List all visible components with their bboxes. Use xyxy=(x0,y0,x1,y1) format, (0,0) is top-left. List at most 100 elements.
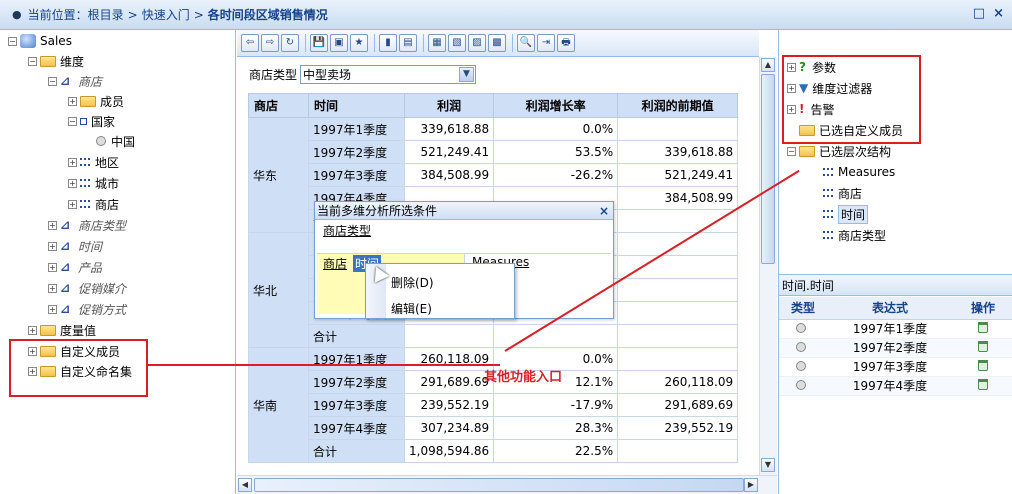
time-cell[interactable]: 1997年1季度 xyxy=(308,117,405,141)
close-icon[interactable]: × xyxy=(993,6,1004,21)
print-icon[interactable]: 🖶 xyxy=(557,34,575,52)
save-as-icon[interactable]: ▣ xyxy=(330,34,348,52)
scroll-down-icon[interactable]: ▼ xyxy=(761,458,775,472)
col-header-action: 操作 xyxy=(953,297,1012,320)
time-cell[interactable]: 1997年1季度 xyxy=(308,347,405,371)
chart-icon[interactable]: ▮ xyxy=(379,34,397,52)
menu-item-edit[interactable]: 编辑(E) xyxy=(391,300,432,317)
dialog-filter-item[interactable]: 商店类型 xyxy=(323,222,371,239)
trash-icon[interactable] xyxy=(978,340,988,352)
collapse-icon[interactable]: − xyxy=(48,76,57,86)
expand-icon[interactable]: + xyxy=(48,262,57,272)
collapse-icon[interactable]: − xyxy=(28,56,37,66)
breadcrumb-sep: > xyxy=(127,7,138,22)
col-header-growth[interactable]: 利润增长率 xyxy=(493,93,619,118)
level-icon xyxy=(80,117,87,125)
expand-icon[interactable]: + xyxy=(68,157,77,167)
search-icon[interactable]: 🔍 xyxy=(517,34,535,52)
expand-icon[interactable]: + xyxy=(48,220,57,230)
dialog-header[interactable]: 当前多维分析所选条件 × xyxy=(315,202,613,220)
restore-icon[interactable]: □ xyxy=(973,6,985,21)
tree-node-promo-media[interactable]: + ⊿ 促销媒介 xyxy=(48,278,126,298)
trash-icon[interactable] xyxy=(978,378,988,390)
back-icon[interactable]: ⇦ xyxy=(241,34,259,52)
tree-node-selected-hier[interactable]: − 已选层次结构 xyxy=(787,141,891,161)
export-icon[interactable]: ⇥ xyxy=(537,34,555,52)
time-cell[interactable]: 1997年3季度 xyxy=(308,163,405,187)
scroll-thumb[interactable] xyxy=(254,478,744,492)
time-cell[interactable]: 1997年2季度 xyxy=(308,140,405,164)
menu-item-delete[interactable]: 删除(D) xyxy=(391,274,434,291)
horizontal-scrollbar[interactable]: ◀ ▶ xyxy=(237,475,777,494)
tree-node-time[interactable]: 时间 xyxy=(823,204,869,224)
collapse-icon[interactable]: − xyxy=(8,36,17,46)
col-header-prev[interactable]: 利润的前期值 xyxy=(617,93,739,118)
tree-node-product[interactable]: + ⊿ 产品 xyxy=(48,257,102,277)
expand-icon[interactable]: + xyxy=(48,283,57,293)
tree-node-china[interactable]: 中国 xyxy=(96,131,135,151)
level-icon xyxy=(80,158,90,166)
tree-node-members[interactable]: + 成员 xyxy=(68,91,124,111)
expand-icon[interactable]: + xyxy=(28,325,37,335)
col-header-profit[interactable]: 利润 xyxy=(403,93,495,118)
trash-icon[interactable] xyxy=(978,359,988,371)
layout-icon[interactable]: ▤ xyxy=(399,34,417,52)
expand-icon[interactable]: + xyxy=(68,96,77,106)
table-row: 1997年4季度 307,234.89 28.3% 239,552.19 xyxy=(249,416,739,440)
scroll-left-icon[interactable]: ◀ xyxy=(238,478,252,492)
expand-icon[interactable]: + xyxy=(48,304,57,314)
expand-icon[interactable]: + xyxy=(48,241,57,251)
favorite-icon[interactable]: ★ xyxy=(350,34,368,52)
dialog-row-shop[interactable]: 商店 xyxy=(323,255,347,272)
filter-icon[interactable]: ▩ xyxy=(488,34,506,52)
expand-icon[interactable]: + xyxy=(68,199,77,209)
collapse-icon[interactable]: − xyxy=(787,146,796,156)
tree-node-country[interactable]: − 国家 xyxy=(68,111,115,131)
chevron-down-icon[interactable]: ▼ xyxy=(459,67,475,82)
profit-cell: 521,249.41 xyxy=(403,140,495,164)
vertical-scrollbar[interactable]: ▲ ▼ xyxy=(759,57,777,475)
page-title: 各时间段区域销售情况 xyxy=(207,8,328,22)
tree-node-shop-type[interactable]: + ⊿ 商店类型 xyxy=(48,215,126,235)
tree-node-measures[interactable]: Measures xyxy=(823,162,895,182)
time-cell[interactable]: 1997年2季度 xyxy=(308,370,405,394)
time-cell[interactable]: 合计 xyxy=(308,324,405,348)
expand-icon[interactable]: + xyxy=(68,178,77,188)
tree-node-shop-level[interactable]: + 商店 xyxy=(68,194,119,214)
drill-icon[interactable]: ▨ xyxy=(468,34,486,52)
tree-node-dimensions[interactable]: − 维度 xyxy=(28,51,84,71)
trash-icon[interactable] xyxy=(978,321,988,333)
tree-node-region[interactable]: + 地区 xyxy=(68,152,119,172)
time-cell[interactable]: 合计 xyxy=(308,439,405,463)
col-header-time[interactable]: 时间 xyxy=(308,93,405,118)
tree-node-shop[interactable]: 商店 xyxy=(823,183,862,203)
tree-node-promo-method[interactable]: + ⊿ 促销方式 xyxy=(48,299,126,319)
tree-node-shop-dim[interactable]: − ⊿ 商店 xyxy=(48,71,102,91)
pivot-icon[interactable]: ▧ xyxy=(448,34,466,52)
shop-type-select[interactable]: 中型卖场 ▼ xyxy=(300,65,477,84)
refresh-icon[interactable]: ↻ xyxy=(281,34,299,52)
region-cell[interactable]: 华东 xyxy=(248,117,309,233)
tree-node-measures[interactable]: + 度量值 xyxy=(28,320,96,340)
grid-icon[interactable]: ▦ xyxy=(428,34,446,52)
time-cell[interactable]: 1997年4季度 xyxy=(308,416,405,440)
tree-node-city[interactable]: + 城市 xyxy=(68,173,119,193)
scroll-thumb[interactable] xyxy=(761,74,775,264)
prev-cell: 239,552.19 xyxy=(617,416,739,440)
collapse-icon[interactable]: − xyxy=(68,116,77,126)
forward-icon[interactable]: ⇨ xyxy=(261,34,279,52)
profit-cell: 384,508.99 xyxy=(403,163,495,187)
tree-node-shop-type[interactable]: 商店类型 xyxy=(823,225,886,245)
region-cell[interactable]: 华北 xyxy=(248,232,309,348)
tree-node-time[interactable]: + ⊿ 时间 xyxy=(48,236,102,256)
scroll-up-icon[interactable]: ▲ xyxy=(761,58,775,72)
breadcrumb-root[interactable]: 根目录 xyxy=(88,6,124,23)
breadcrumb-mid[interactable]: 快速入门 xyxy=(142,6,190,23)
close-icon[interactable]: × xyxy=(599,202,609,220)
tree-node-sales[interactable]: − Sales xyxy=(8,31,72,51)
scroll-right-icon[interactable]: ▶ xyxy=(744,478,758,492)
prev-cell xyxy=(617,255,739,279)
save-icon[interactable]: 💾 xyxy=(310,34,328,52)
time-cell[interactable]: 1997年3季度 xyxy=(308,393,405,417)
col-header-shop[interactable]: 商店 xyxy=(248,93,309,118)
